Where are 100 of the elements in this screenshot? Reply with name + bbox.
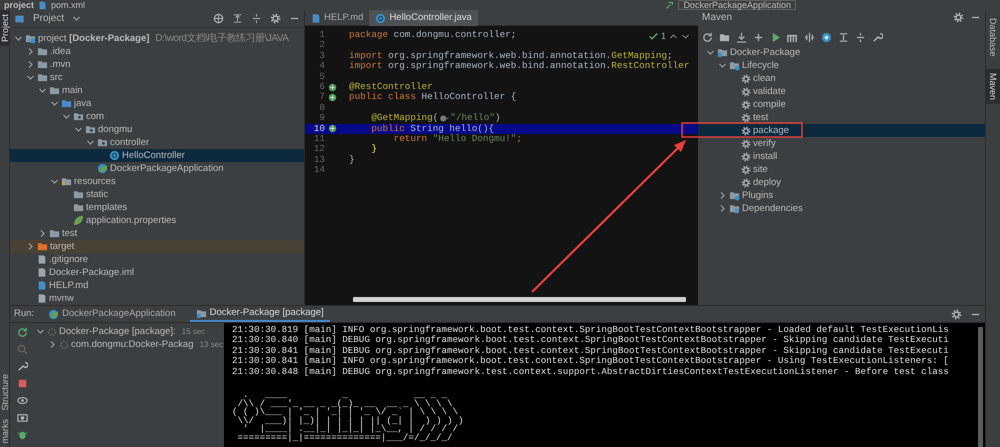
chevron-down-icon[interactable] <box>681 32 690 42</box>
file-icon <box>311 12 321 24</box>
caret-icon[interactable] <box>48 340 57 349</box>
caret-icon[interactable] <box>72 14 82 23</box>
wrench-icon[interactable] <box>16 361 28 372</box>
tree-item[interactable]: test <box>698 111 985 124</box>
tree-item[interactable]: project [Docker-Package] D:\word文档\电子教练习册\JAVA <box>10 32 304 45</box>
tree-item[interactable]: java <box>10 97 304 110</box>
wrench-icon[interactable] <box>872 32 883 42</box>
tool-window-tab[interactable]: marks <box>0 414 10 447</box>
caret-icon[interactable] <box>706 48 715 57</box>
caret-icon[interactable] <box>718 204 727 213</box>
tool-window-tab[interactable]: Maven <box>986 68 1000 104</box>
line-number: 6 <box>318 82 325 92</box>
tree-item[interactable]: validate <box>698 85 985 98</box>
panel-title: Run: <box>14 306 34 321</box>
caret-icon[interactable] <box>86 138 95 147</box>
log-line: 21:30:30.848 [main] DEBUG org.springframework.test.context.support.AbstractDirtiesContextTestExecutionListener - Before test class <box>232 366 950 378</box>
tree-item[interactable]: static <box>10 188 304 201</box>
panel-title[interactable]: Project <box>33 11 64 26</box>
caret-icon[interactable] <box>36 327 45 336</box>
caret-icon[interactable] <box>38 229 47 238</box>
tool-window-tab[interactable]: Database <box>986 14 1000 61</box>
plus-icon[interactable] <box>753 32 764 42</box>
stop-icon[interactable] <box>16 378 28 389</box>
crosshair-icon[interactable] <box>213 13 224 24</box>
circle-icon[interactable] <box>821 32 832 42</box>
scrollbar[interactable] <box>353 297 686 302</box>
caret-icon[interactable] <box>50 177 59 186</box>
code-text: } <box>370 144 377 155</box>
tree-item[interactable]: verify <box>698 137 985 150</box>
scrollbar[interactable] <box>978 327 983 447</box>
tree-item[interactable]: deploy <box>698 176 985 189</box>
tool-window-tab[interactable]: Project <box>0 10 10 46</box>
run-config-dropdown[interactable]: DockerPackageApplication <box>678 0 796 10</box>
caret-icon[interactable] <box>718 191 727 200</box>
gear-icon[interactable] <box>270 13 281 24</box>
camera-icon[interactable] <box>16 412 28 423</box>
tree-item[interactable]: site <box>698 163 985 176</box>
editor-tab[interactable]: HELP.md <box>305 10 370 26</box>
collapse-icon[interactable] <box>838 32 849 42</box>
tree-item[interactable]: controller <box>10 136 304 149</box>
folder-icon <box>97 137 108 148</box>
tree-item[interactable]: Dependencies <box>698 202 985 215</box>
rerun-icon[interactable] <box>16 327 28 338</box>
refresh-icon[interactable] <box>702 32 713 42</box>
tree-item[interactable]: mvnw <box>10 292 304 305</box>
expand-icon[interactable] <box>855 32 866 42</box>
log-line: 21:30:30.841 [main] INFO org.springframework.boot.test.context.SpringBootTestContextBootstrapper - Using TestExecutionListeners: [ <box>232 356 950 367</box>
tree-item[interactable]: main <box>10 84 304 97</box>
inspection-count[interactable]: 1 <box>660 30 666 44</box>
caret-icon[interactable] <box>74 125 83 134</box>
download-icon[interactable] <box>736 32 747 42</box>
tree-item[interactable]: DockerPackageApplication <box>10 162 304 175</box>
tree-item[interactable]: HelloController <box>10 149 304 162</box>
tree-item[interactable]: Docker-Package <box>698 46 985 59</box>
tree-item[interactable]: package <box>698 124 985 137</box>
tree-item[interactable]: test <box>10 227 304 240</box>
folder-icon[interactable] <box>719 32 730 42</box>
caret-icon[interactable] <box>26 73 35 82</box>
tree-item[interactable]: application.properties <box>10 214 304 227</box>
tree-item[interactable]: clean <box>698 72 985 85</box>
caret-icon[interactable] <box>26 242 35 251</box>
collapse-icon[interactable] <box>232 13 243 24</box>
tool-window-tab[interactable]: Structure <box>0 370 10 414</box>
run-tab[interactable]: DockerPackageApplication <box>42 306 182 322</box>
tree-item[interactable]: resources <box>10 175 304 188</box>
tree-item[interactable]: Lifecycle <box>698 59 985 72</box>
toggle-icon[interactable] <box>804 32 815 42</box>
editor-tab[interactable]: HelloController.java <box>369 10 478 26</box>
tree-item[interactable]: com.dongmu:Docker-Packag 13 sec <box>34 338 224 351</box>
caret-icon[interactable] <box>718 61 727 70</box>
tree-item[interactable]: install <box>698 150 985 163</box>
caret-icon[interactable] <box>50 99 59 108</box>
tree-item[interactable]: dongmu <box>10 123 304 136</box>
caret-icon[interactable] <box>62 112 71 121</box>
tree-item[interactable]: .gitignore <box>10 253 304 266</box>
breadcrumb[interactable]: project <box>4 0 34 10</box>
tree-item[interactable]: com <box>10 110 304 123</box>
caret-icon[interactable] <box>26 60 35 69</box>
play-icon[interactable] <box>770 32 781 42</box>
tree-item[interactable]: target <box>10 240 304 253</box>
eye-icon[interactable] <box>16 395 28 406</box>
tree-item[interactable]: src <box>10 71 304 84</box>
expand-icon[interactable] <box>251 13 262 24</box>
tree-item[interactable]: Docker-Package [package]: 15 sec <box>34 325 224 338</box>
gear-icon[interactable] <box>953 12 964 23</box>
tree-item[interactable]: .idea <box>10 45 304 58</box>
caret-icon[interactable] <box>38 86 47 95</box>
tree-item[interactable]: Docker-Package.iml <box>10 266 304 279</box>
bug-icon[interactable] <box>16 429 28 440</box>
tree-item[interactable]: templates <box>10 201 304 214</box>
caret-icon[interactable] <box>26 47 35 56</box>
tree-item[interactable]: compile <box>698 98 985 111</box>
gear-icon[interactable] <box>951 308 962 320</box>
tree-item[interactable]: Plugins <box>698 189 985 202</box>
breadcrumb[interactable]: pom.xml <box>51 0 86 10</box>
caret-icon[interactable] <box>14 34 23 43</box>
tree-item[interactable]: .mvn <box>10 58 304 71</box>
tree-item[interactable]: HELP.md <box>10 279 304 292</box>
